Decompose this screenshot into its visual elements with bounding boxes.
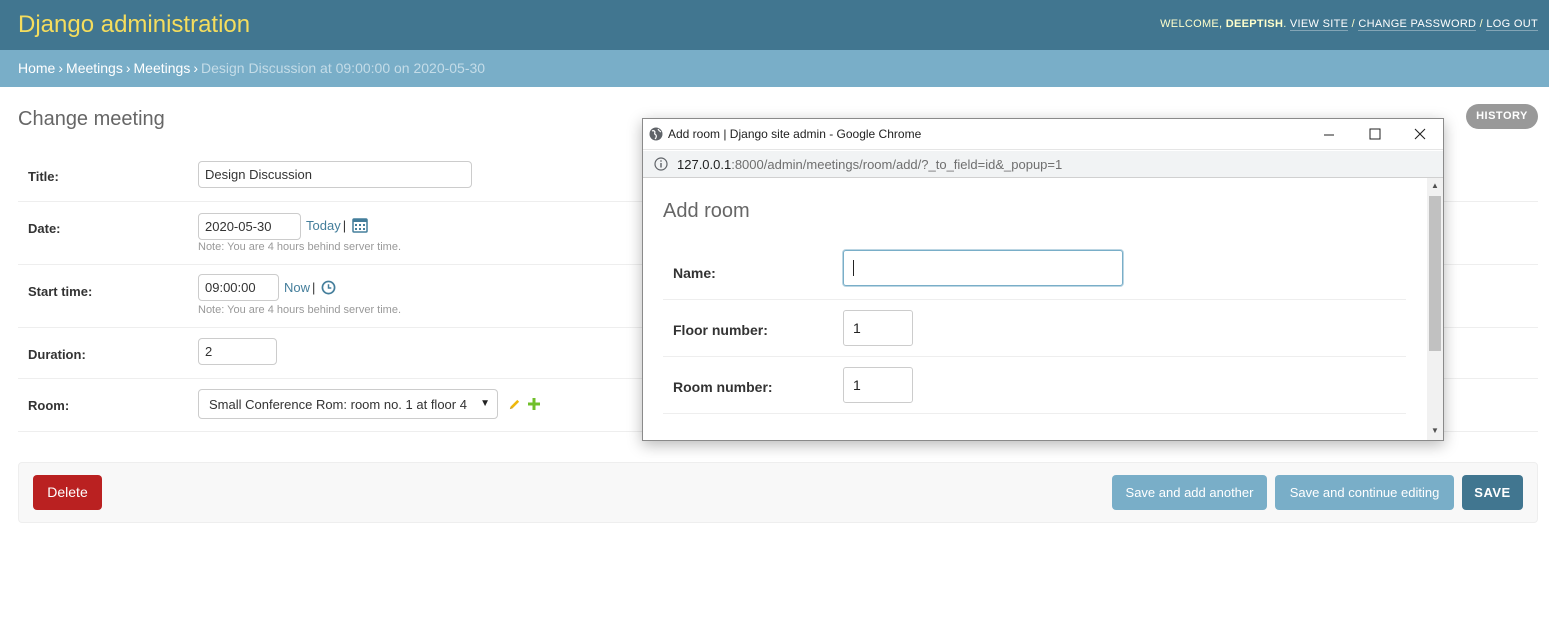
popup-heading: Add room xyxy=(663,200,750,222)
pencil-icon[interactable] xyxy=(508,398,521,414)
date-input[interactable]: 2020-05-30 xyxy=(198,213,301,240)
room-number-input[interactable]: 1 xyxy=(843,367,913,403)
start-time-help-text: Note: You are 4 hours behind server time… xyxy=(198,304,402,316)
user-tools: Welcome, deeptish. View site / Change pa… xyxy=(1160,18,1538,31)
username: deeptish xyxy=(1225,18,1284,30)
room-name-input[interactable] xyxy=(843,250,1123,286)
page-title: Change meeting xyxy=(18,108,165,130)
room-select-value: Small Conference Rom: room no. 1 at floo… xyxy=(209,397,467,412)
title-input[interactable]: Design Discussion xyxy=(198,161,472,188)
room-number-label: Room number: xyxy=(673,379,773,395)
scroll-down-icon[interactable]: ▼ xyxy=(1431,426,1439,435)
time-shortcuts: Now | xyxy=(284,280,336,298)
log-out-link[interactable]: Log out xyxy=(1486,18,1538,31)
breadcrumb-home[interactable]: Home xyxy=(18,60,55,76)
room-name-label: Name: xyxy=(673,265,716,281)
plus-icon[interactable] xyxy=(528,398,540,413)
title-label: Title: xyxy=(28,169,59,184)
breadcrumb-current: Design Discussion at 09:00:00 on 2020-05… xyxy=(201,60,486,76)
maximize-icon[interactable] xyxy=(1365,125,1385,145)
scrollbar-thumb[interactable] xyxy=(1429,196,1441,351)
popup-scrollbar[interactable]: ▲ ▼ xyxy=(1427,178,1443,440)
change-password-link[interactable]: Change password xyxy=(1358,18,1477,31)
view-site-link[interactable]: View site xyxy=(1289,18,1349,31)
now-link[interactable]: Now xyxy=(284,280,310,295)
floor-number-label: Floor number: xyxy=(673,322,768,338)
info-icon[interactable] xyxy=(654,157,668,174)
clock-icon[interactable] xyxy=(321,280,336,298)
breadcrumb-app[interactable]: Meetings xyxy=(66,60,123,76)
url-host: 127.0.0.1 xyxy=(677,157,732,172)
floor-number-input[interactable]: 1 xyxy=(843,310,913,346)
today-link[interactable]: Today xyxy=(306,218,341,233)
date-shortcuts: Today | xyxy=(306,217,368,236)
start-time-label: Start time: xyxy=(28,284,93,299)
popup-titlebar[interactable]: Add room | Django site admin - Google Ch… xyxy=(643,119,1443,150)
duration-label: Duration: xyxy=(28,347,86,362)
header: Django administration Welcome, deeptish.… xyxy=(0,0,1549,50)
duration-input[interactable]: 2 xyxy=(198,338,277,365)
save-and-add-another-button[interactable]: Save and add another xyxy=(1112,475,1267,510)
popup-row-floor: Floor number: 1 xyxy=(663,300,1406,357)
url-path: :8000/admin/meetings/room/add/?_to_field… xyxy=(731,157,1063,172)
scroll-up-icon[interactable]: ▲ xyxy=(1431,181,1439,190)
minimize-icon[interactable] xyxy=(1319,125,1339,145)
close-icon[interactable] xyxy=(1410,125,1430,145)
room-select[interactable]: Small Conference Rom: room no. 1 at floo… xyxy=(198,389,498,419)
save-button[interactable]: SAVE xyxy=(1462,475,1523,510)
room-label: Room: xyxy=(28,398,70,413)
popup-window: Add room | Django site admin - Google Ch… xyxy=(642,118,1444,441)
start-time-input[interactable]: 09:00:00 xyxy=(198,274,279,301)
globe-icon xyxy=(649,127,663,144)
date-label: Date: xyxy=(28,221,61,236)
text-cursor xyxy=(853,260,854,276)
popup-row-room-number: Room number: 1 xyxy=(663,357,1406,414)
site-branding[interactable]: Django administration xyxy=(18,11,250,39)
submit-row: Delete Save and add another Save and con… xyxy=(18,462,1538,523)
popup-content: Add room Name: Floor number: 1 Room numb… xyxy=(643,178,1427,440)
history-button[interactable]: HISTORY xyxy=(1466,104,1538,129)
breadcrumb: Home › Meetings › Meetings › Design Discussion… xyxy=(0,50,1549,87)
welcome-text: Welcome, xyxy=(1160,18,1223,30)
popup-title: Add room | Django site admin - Google Ch… xyxy=(668,127,922,141)
popup-row-name: Name: xyxy=(663,243,1406,300)
popup-address-bar[interactable]: 127.0.0.1:8000/admin/meetings/room/add/?… xyxy=(643,151,1443,178)
save-and-continue-button[interactable]: Save and continue editing xyxy=(1275,475,1454,510)
caret-down-icon: ▼ xyxy=(480,398,490,409)
delete-button[interactable]: Delete xyxy=(33,475,102,510)
popup-url: 127.0.0.1:8000/admin/meetings/room/add/?… xyxy=(677,157,1062,172)
breadcrumb-model[interactable]: Meetings xyxy=(134,60,191,76)
date-help-text: Note: You are 4 hours behind server time… xyxy=(198,241,402,253)
calendar-icon[interactable] xyxy=(351,217,368,236)
